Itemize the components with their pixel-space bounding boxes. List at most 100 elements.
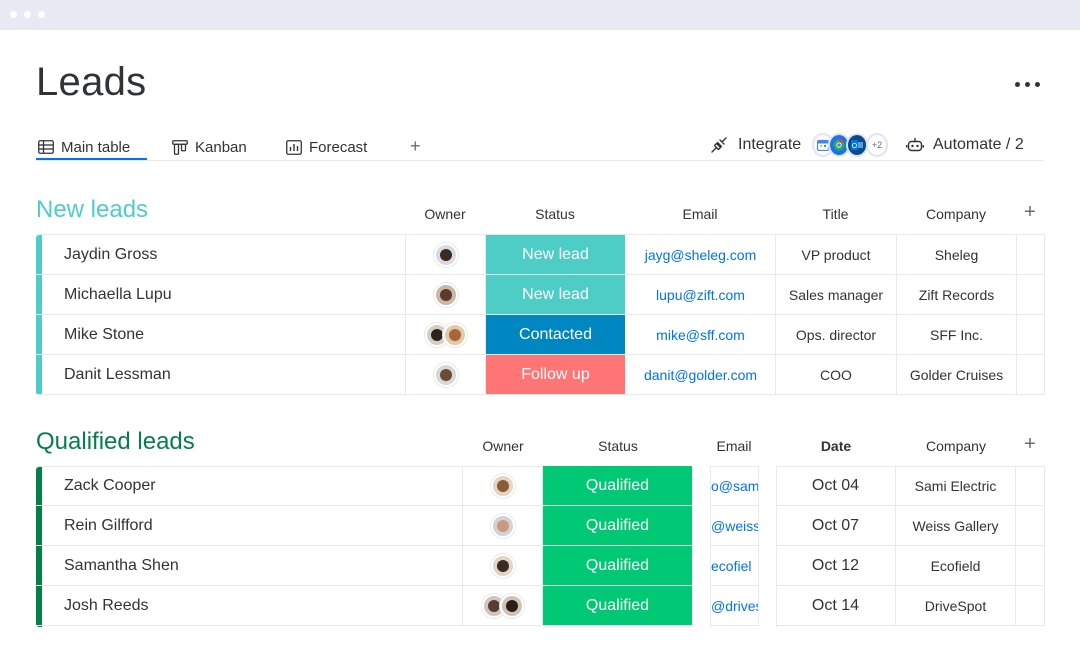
table-row[interactable]: Jaydin Gross New lead jayg@sheleg.com VP…: [36, 235, 1045, 275]
email-link[interactable]: o@sam: [710, 466, 759, 505]
column-header-company[interactable]: Company: [896, 206, 1016, 222]
avatar: [442, 322, 467, 347]
table-row[interactable]: Samantha Shen Qualified: [36, 546, 693, 586]
status-label[interactable]: Qualified: [543, 506, 693, 545]
title-cell[interactable]: COO: [776, 355, 897, 394]
date-cell[interactable]: Oct 12: [776, 546, 896, 585]
avatar: [433, 362, 458, 387]
add-column-button[interactable]: +: [1016, 433, 1044, 456]
column-header-email[interactable]: Email: [625, 206, 775, 222]
item-name[interactable]: Jaydin Gross: [42, 235, 406, 274]
table-row-email[interactable]: o@sam: [710, 466, 759, 506]
group-title-new-leads[interactable]: New leads: [36, 196, 148, 224]
table-row[interactable]: Zack Cooper Qualified: [36, 466, 693, 506]
item-name[interactable]: Josh Reeds: [42, 586, 463, 625]
table-row[interactable]: Rein Gilfford Qualified: [36, 506, 693, 546]
column-header-status[interactable]: Status: [543, 438, 693, 454]
tab-main-table[interactable]: Main table: [38, 134, 130, 160]
group-title-qualified-leads[interactable]: Qualified leads: [36, 428, 195, 456]
email-link[interactable]: ecofiel: [710, 546, 759, 585]
owner-cell[interactable]: [406, 315, 486, 354]
column-header-status[interactable]: Status: [485, 206, 625, 222]
item-name[interactable]: Danit Lessman: [42, 355, 406, 394]
status-label[interactable]: Qualified: [543, 586, 693, 625]
empty-cell: [1016, 546, 1045, 585]
tab-label: Main table: [61, 138, 131, 156]
table-row[interactable]: Josh Reeds Qualified: [36, 586, 693, 626]
company-cell[interactable]: Zift Records: [897, 275, 1017, 314]
item-name[interactable]: Michaella Lupu: [42, 275, 406, 314]
table-row-email[interactable]: ecofiel: [710, 546, 759, 586]
table-row-details[interactable]: Oct 07 Weiss Gallery: [776, 506, 1045, 546]
status-label[interactable]: Qualified: [543, 546, 693, 585]
table-row[interactable]: Danit Lessman Follow up danit@golder.com…: [36, 355, 1045, 395]
status-label[interactable]: Follow up: [486, 355, 626, 394]
company-cell[interactable]: DriveSpot: [896, 586, 1016, 625]
column-header-title[interactable]: Title: [775, 206, 896, 222]
empty-cell: [1017, 275, 1045, 314]
column-header-owner[interactable]: Owner: [405, 206, 485, 222]
title-cell[interactable]: Ops. director: [776, 315, 897, 354]
company-cell[interactable]: Sheleg: [897, 235, 1017, 274]
avatar: [490, 473, 515, 498]
empty-cell: [1017, 315, 1045, 354]
owner-cell[interactable]: [406, 235, 486, 274]
owner-cell[interactable]: [463, 546, 543, 585]
more-options-button[interactable]: [1010, 74, 1044, 94]
date-cell[interactable]: Oct 07: [776, 506, 896, 545]
email-link[interactable]: jayg@sheleg.com: [626, 235, 776, 274]
item-name[interactable]: Samantha Shen: [42, 546, 463, 585]
owner-cell[interactable]: [463, 586, 543, 625]
window-dot: [10, 11, 17, 18]
add-view-button[interactable]: +: [410, 136, 421, 157]
owner-cell[interactable]: [463, 506, 543, 545]
column-header-date[interactable]: Date: [776, 438, 896, 454]
company-cell[interactable]: Ecofield: [896, 546, 1016, 585]
owner-cell[interactable]: [406, 355, 486, 394]
status-label[interactable]: New lead: [486, 235, 626, 274]
more-integrations-badge: +2: [866, 133, 888, 157]
column-header-owner[interactable]: Owner: [463, 438, 543, 454]
date-cell[interactable]: Oct 14: [776, 586, 896, 625]
tab-forecast[interactable]: Forecast: [286, 134, 367, 160]
status-label[interactable]: New lead: [486, 275, 626, 314]
table-row-email[interactable]: @weiss: [710, 506, 759, 546]
email-link[interactable]: lupu@zift.com: [626, 275, 776, 314]
company-cell[interactable]: Weiss Gallery: [896, 506, 1016, 545]
table-row[interactable]: Mike Stone Contacted mike@sff.com Ops. d…: [36, 315, 1045, 355]
date-cell[interactable]: Oct 04: [776, 466, 896, 505]
integrate-button[interactable]: Integrate: [710, 134, 801, 156]
email-link[interactable]: danit@golder.com: [626, 355, 776, 394]
more-dot: [1034, 81, 1040, 87]
status-label[interactable]: Qualified: [543, 466, 693, 505]
avatar-group: [424, 322, 467, 347]
table-row-details[interactable]: Oct 12 Ecofield: [776, 546, 1045, 586]
company-cell[interactable]: Golder Cruises: [897, 355, 1017, 394]
table-row-email[interactable]: @drivesp: [710, 586, 759, 626]
email-link[interactable]: @drivesp: [710, 586, 759, 625]
integration-icons[interactable]: O +2: [812, 131, 892, 159]
owner-cell[interactable]: [406, 275, 486, 314]
item-name[interactable]: Zack Cooper: [42, 466, 463, 505]
title-cell[interactable]: VP product: [776, 235, 897, 274]
title-cell[interactable]: Sales manager: [776, 275, 897, 314]
column-header-email[interactable]: Email: [710, 438, 758, 454]
item-name[interactable]: Mike Stone: [42, 315, 406, 354]
owner-cell[interactable]: [463, 466, 543, 505]
email-link[interactable]: mike@sff.com: [626, 315, 776, 354]
column-header-company[interactable]: Company: [896, 438, 1016, 454]
status-label[interactable]: Contacted: [486, 315, 626, 354]
empty-cell: [1017, 355, 1045, 394]
email-link[interactable]: @weiss: [710, 506, 759, 545]
table-row[interactable]: Michaella Lupu New lead lupu@zift.com Sa…: [36, 275, 1045, 315]
automate-button[interactable]: Automate / 2: [906, 134, 1024, 156]
item-name[interactable]: Rein Gilfford: [42, 506, 463, 545]
automate-label: Automate / 2: [933, 136, 1024, 153]
tab-kanban[interactable]: Kanban: [172, 134, 247, 160]
window-dot: [24, 11, 31, 18]
table-row-details[interactable]: Oct 14 DriveSpot: [776, 586, 1045, 626]
company-cell[interactable]: Sami Electric: [896, 466, 1016, 505]
company-cell[interactable]: SFF Inc.: [897, 315, 1017, 354]
table-row-details[interactable]: Oct 04 Sami Electric: [776, 466, 1045, 506]
add-column-button[interactable]: +: [1016, 201, 1044, 224]
